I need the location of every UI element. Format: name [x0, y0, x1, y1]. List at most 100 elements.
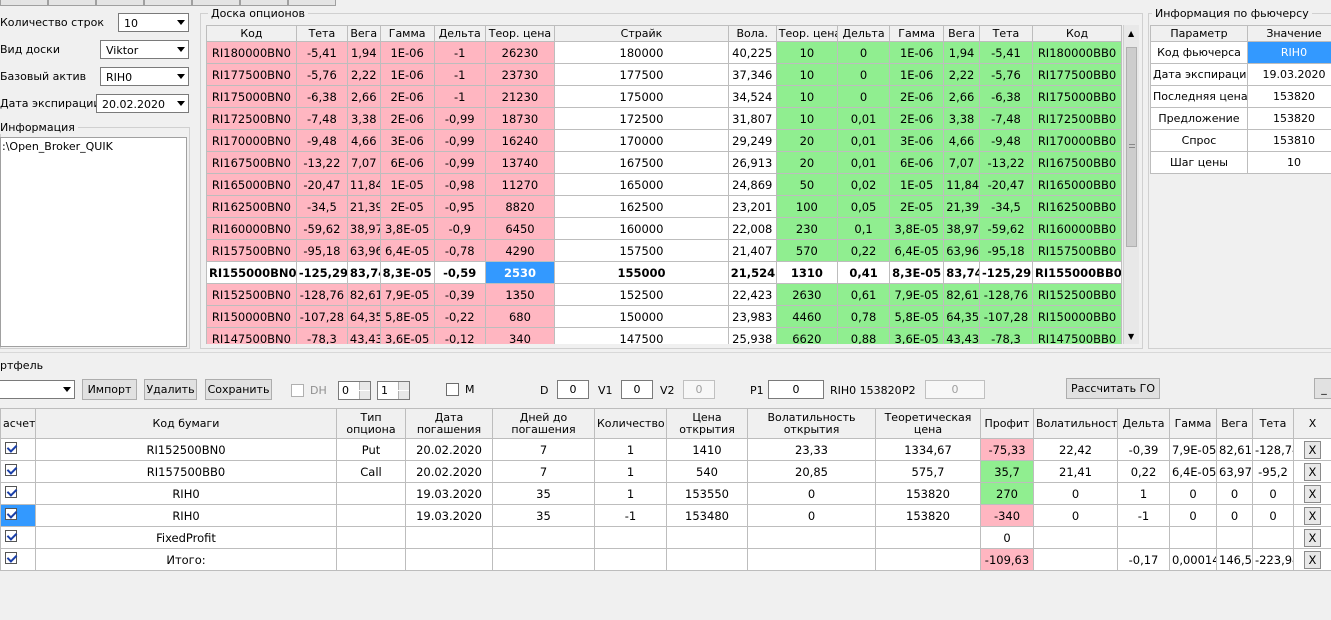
board-cell[interactable]: -0,99	[433, 107, 486, 130]
portfolio-cell[interactable]	[336, 482, 406, 505]
board-cell[interactable]: -13,22	[978, 151, 1034, 174]
board-cell[interactable]: 22,423	[727, 283, 777, 306]
board-cell[interactable]: RI175000BB0	[1032, 85, 1122, 108]
board-cell[interactable]: 21,39	[346, 195, 381, 218]
board-cell[interactable]: RI147500BN0	[206, 327, 297, 344]
portfolio-cell[interactable]: -1	[1117, 504, 1170, 527]
board-cell[interactable]: 38,97	[943, 217, 980, 240]
portfolio-cell[interactable]: -0,17	[1117, 548, 1170, 571]
board-cell[interactable]: -1	[433, 63, 486, 86]
portfolio-cell[interactable]	[492, 526, 595, 549]
portfolio-cell[interactable]: 0	[1252, 504, 1294, 527]
portfolio-cell[interactable]: 1	[594, 482, 667, 505]
board-cell[interactable]: 2E-06	[889, 85, 945, 108]
futures-value-cell[interactable]: 10	[1247, 151, 1331, 174]
board-cell[interactable]: -78,3	[978, 327, 1034, 344]
board-cell[interactable]: -0,99	[433, 151, 486, 174]
board-cell[interactable]: 4,66	[943, 129, 980, 152]
calc-checkbox[interactable]	[5, 486, 17, 498]
board-cell[interactable]: 31,807	[727, 107, 777, 130]
spin-up-icon[interactable]	[359, 382, 370, 390]
board-cell[interactable]: 3,38	[346, 107, 381, 130]
futures-info-row[interactable]: Спрос 153810	[1150, 129, 1331, 152]
board-cell[interactable]: 0,02	[837, 173, 891, 196]
portfolio-cell[interactable]: 0	[1033, 482, 1118, 505]
import-button[interactable]: Импорт	[82, 379, 137, 400]
portfolio-cell[interactable]: 0	[1252, 482, 1294, 505]
futures-info-row[interactable]: Последняя цена 153820	[1150, 85, 1331, 108]
calculate-margin-button[interactable]: Рассчитать ГО	[1066, 378, 1160, 399]
board-cell[interactable]: 230	[775, 217, 839, 240]
portfolio-col-header[interactable]: Тип опциона	[336, 408, 406, 439]
board-row[interactable]: RI150000BN0 -107,28 64,35 5,8E-05 -0,22 680 15…	[206, 305, 1122, 328]
portfolio-select[interactable]	[0, 380, 75, 399]
spin-down-icon[interactable]	[359, 391, 370, 399]
remove-row-button[interactable]: X	[1304, 440, 1321, 459]
portfolio-cell[interactable]: 1410	[666, 438, 748, 461]
tab[interactable]	[288, 0, 336, 6]
tab[interactable]	[240, 0, 288, 6]
portfolio-cell[interactable]: -109,63	[980, 548, 1034, 571]
board-col-header[interactable]: Теор. цена	[484, 25, 556, 42]
portfolio-cell[interactable]: Call	[336, 460, 406, 483]
futures-param-cell[interactable]: Дата экспирации	[1150, 63, 1248, 86]
scroll-down-icon[interactable]: ▼	[1128, 332, 1134, 341]
portfolio-col-header[interactable]: асчет	[0, 408, 36, 439]
board-cell[interactable]: 6450	[484, 217, 556, 240]
board-cell[interactable]: RI177500BN0	[206, 63, 297, 86]
board-cell[interactable]: 3,8E-05	[379, 217, 435, 240]
board-cell[interactable]: 6620	[775, 327, 839, 344]
portfolio-cell[interactable]: 1	[594, 460, 667, 483]
board-cell[interactable]: 6E-06	[379, 151, 435, 174]
board-cell[interactable]: 8820	[484, 195, 556, 218]
board-cell[interactable]: 18730	[484, 107, 556, 130]
board-cell[interactable]: 3,6E-05	[889, 327, 945, 344]
board-cell[interactable]: -128,76	[978, 283, 1034, 306]
futures-info-row[interactable]: Предложение 153820	[1150, 107, 1331, 130]
board-cell[interactable]: 50	[775, 173, 839, 196]
board-cell[interactable]: -34,5	[978, 195, 1034, 218]
board-cell[interactable]: RI180000BN0	[206, 41, 297, 64]
board-cell[interactable]: 25,938	[727, 327, 777, 344]
board-col-header[interactable]: Гамма	[889, 25, 945, 42]
portfolio-cell[interactable]	[336, 548, 406, 571]
portfolio-col-header[interactable]: Код бумаги	[35, 408, 337, 439]
board-cell[interactable]: RI150000BN0	[206, 305, 297, 328]
board-cell[interactable]: 0,41	[837, 261, 891, 284]
board-cell[interactable]: 4460	[775, 305, 839, 328]
board-row[interactable]: RI172500BN0 -7,48 3,38 2E-06 -0,99 18730 17250…	[206, 107, 1122, 130]
portfolio-cell[interactable]	[492, 548, 595, 571]
board-cell[interactable]: 1E-06	[379, 41, 435, 64]
board-cell[interactable]: -34,5	[295, 195, 348, 218]
portfolio-cell[interactable]: 20.02.2020	[405, 438, 493, 461]
board-col-header[interactable]: Код	[206, 25, 297, 42]
portfolio-col-header[interactable]: Количество	[594, 408, 667, 439]
portfolio-cell[interactable]: 63,97	[1216, 460, 1253, 483]
board-cell[interactable]: 1E-05	[379, 173, 435, 196]
board-row[interactable]: RI157500BN0 -95,18 63,96 6,4E-05 -0,78 4290 15…	[206, 239, 1122, 262]
portfolio-cell[interactable]: 540	[666, 460, 748, 483]
board-cell[interactable]: RI167500BB0	[1032, 151, 1122, 174]
board-row[interactable]: RI180000BN0 -5,41 1,94 1E-06 -1 26230 180000 40…	[206, 41, 1122, 64]
board-cell[interactable]: 160000	[554, 217, 729, 240]
delete-button[interactable]: Удалить	[144, 379, 197, 400]
board-cell[interactable]: 11270	[484, 173, 556, 196]
board-cell[interactable]: RI155000BB0	[1032, 261, 1122, 284]
base-asset-select[interactable]: RIH0	[100, 67, 189, 86]
spin-2[interactable]: 1	[377, 381, 410, 400]
board-cell[interactable]: 175000	[554, 85, 729, 108]
portfolio-cell[interactable]	[666, 548, 748, 571]
portfolio-cell[interactable]: 153480	[666, 504, 748, 527]
board-cell[interactable]: 7,9E-05	[889, 283, 945, 306]
board-cell[interactable]: RI150000BB0	[1032, 305, 1122, 328]
board-col-header[interactable]: Гамма	[379, 25, 435, 42]
scroll-thumb[interactable]	[1126, 47, 1137, 247]
board-cell[interactable]: RI155000BN0	[206, 261, 297, 284]
board-cell[interactable]: 43,43	[346, 327, 381, 344]
portfolio-col-header[interactable]: X	[1293, 408, 1331, 439]
board-cell[interactable]: 3,8E-05	[889, 217, 945, 240]
board-cell[interactable]: 155000	[554, 261, 729, 284]
board-cell[interactable]: 2E-06	[889, 107, 945, 130]
portfolio-cell[interactable]	[875, 548, 981, 571]
board-cell[interactable]: 100	[775, 195, 839, 218]
